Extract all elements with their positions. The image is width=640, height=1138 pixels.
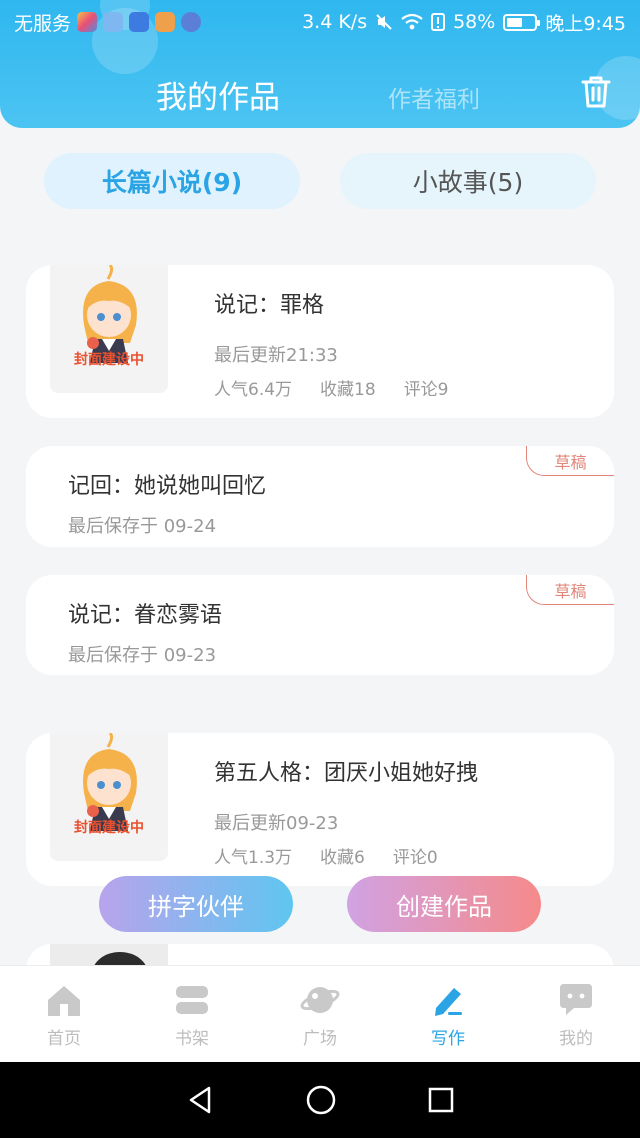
battery-percent: 58% [453,11,496,33]
draft-saved: 最后保存于 09-24 [68,516,217,537]
book-updated: 最后更新21:33 [214,345,338,366]
trash-icon[interactable] [578,74,614,110]
comments-stat: 评论0 [392,848,438,868]
nav-bookshelf[interactable]: 书架 [128,966,256,1062]
nav-write[interactable]: 写作 [384,966,512,1062]
shield-app-icon [129,12,150,32]
nav-label: 我的 [559,1029,593,1049]
draft-badge: 草稿 [526,575,614,605]
status-bar: 无服务 3.4 K/s 58% 晚上9:45 [0,0,640,44]
nav-label: 书架 [175,1029,209,1049]
draft-saved: 最后保存于 09-23 [68,645,217,666]
nav-label: 写作 [431,1029,465,1049]
nav-label: 广场 [303,1029,337,1049]
pen-icon [435,988,462,1016]
segment-long-novels[interactable]: 长篇小说(9) [44,153,300,209]
book-card[interactable]: 封面建设中 说记：罪格 最后更新21:33 人气6.4万 收藏18 评论9 [26,265,614,418]
book-stats: 人气1.3万 收藏6 评论0 [214,843,438,868]
favorites-stat: 收藏6 [320,848,365,868]
video-app-icon [155,12,176,32]
system-nav-bar [0,1062,640,1138]
draft-title: 说记：眷恋雾语 [68,603,223,628]
battery-icon [503,13,541,31]
book-updated: 最后更新09-23 [214,813,339,834]
bottom-nav: 首页 书架 广场 写作 我的 [0,965,640,1062]
back-icon[interactable] [185,1085,215,1115]
app-header: 无服务 3.4 K/s 58% 晚上9:45 我的作品 作者福利 [0,0,640,128]
draft-badge: 草稿 [526,446,614,476]
book-card[interactable]: 封面建设中 第五人格：团厌小姐她好拽 最后更新09-23 人气1.3万 收藏6 … [26,733,614,886]
favorites-stat: 收藏18 [320,380,376,400]
comments-stat: 评论9 [403,380,449,400]
cover-placeholder-label: 封面建设中 [74,352,144,368]
nav-home[interactable]: 首页 [0,966,128,1062]
draft-card[interactable]: 说记：眷恋雾语 最后保存于 09-23 草稿 [26,575,614,675]
book-cover: 封面建设中 [50,733,168,861]
book-title: 说记：罪格 [214,293,325,318]
book-title: 第五人格：团厌小姐她好拽 [214,761,479,786]
music-app-icon [103,12,124,32]
home-icon [48,986,80,1016]
home-circle-icon[interactable] [305,1084,337,1116]
sim-alert-icon [431,13,446,31]
draft-card[interactable]: 记回：她说她叫回忆 最后保存于 09-24 草稿 [26,446,614,547]
writing-partner-button[interactable]: 拼字伙伴 [99,876,293,932]
book-cover: 封面建设中 [50,265,168,393]
bookshelf-icon [176,986,208,1014]
recents-icon[interactable] [427,1086,455,1114]
mute-icon [376,14,392,30]
chat-bubble-icon [560,984,592,1015]
cover-placeholder-label: 封面建设中 [74,820,144,836]
app-notification-icon [77,12,98,32]
book-stats: 人气6.4万 收藏18 评论9 [214,375,449,400]
create-work-button[interactable]: 创建作品 [347,876,541,932]
wifi-icon [401,13,423,30]
draft-title: 记回：她说她叫回忆 [68,474,267,499]
popularity-stat: 人气6.4万 [214,380,293,400]
nav-plaza[interactable]: 广场 [256,966,384,1062]
clock-text: 晚上9:45 [545,12,626,35]
nav-mine[interactable]: 我的 [512,966,640,1062]
popularity-stat: 人气1.3万 [214,848,293,868]
browser-app-icon [181,12,202,32]
planet-icon [300,987,340,1013]
segment-short-stories[interactable]: 小故事(5) [340,153,596,209]
carrier-text: 无服务 [14,12,72,35]
battery-fill [507,17,523,27]
tab-author-benefits[interactable]: 作者福利 [388,80,480,114]
tab-my-works[interactable]: 我的作品 [156,72,280,117]
net-speed-text: 3.4 K/s [302,11,368,33]
nav-label: 首页 [47,1029,81,1049]
